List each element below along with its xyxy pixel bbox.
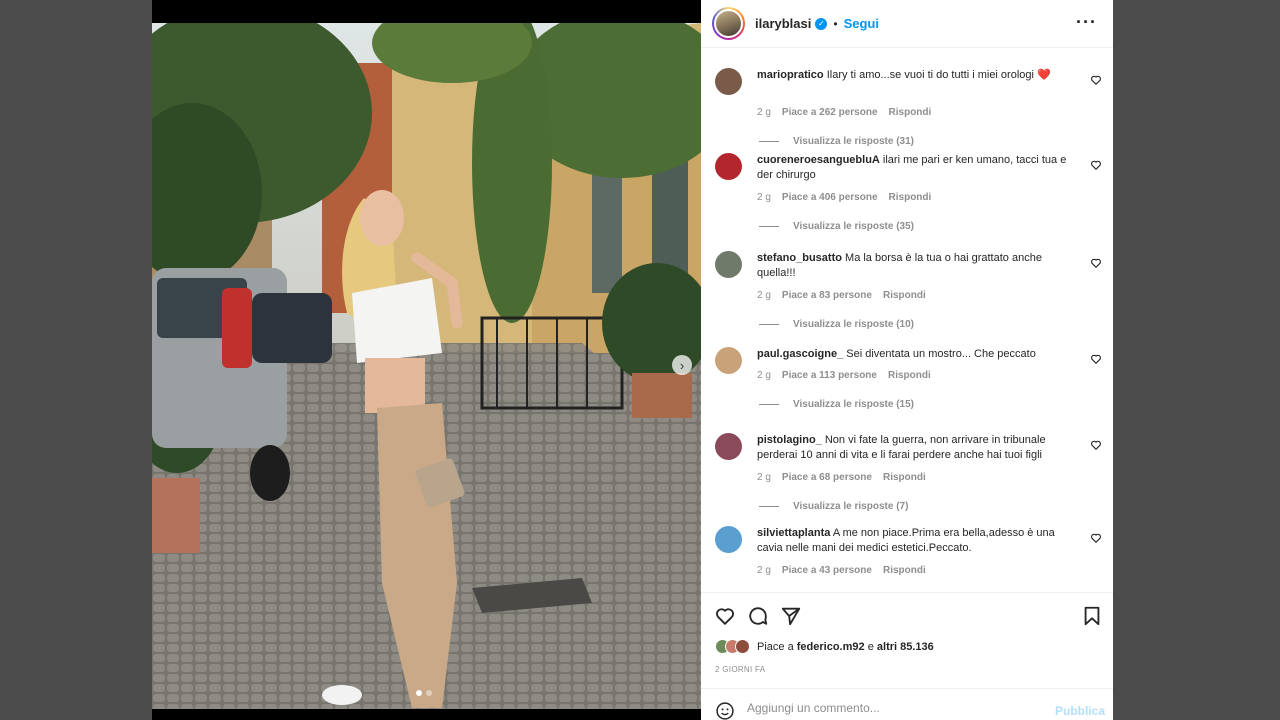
comment-like-icon[interactable] <box>1090 159 1102 171</box>
comment-age: 2 g <box>757 565 771 576</box>
follow-button[interactable]: Segui <box>844 16 879 31</box>
comment-text-block: stefano_busatto Ma la borsa è la tua o h… <box>757 251 1079 281</box>
commenter-avatar[interactable] <box>715 251 742 278</box>
comment-age: 2 g <box>757 192 771 203</box>
comment-meta: 2 g Piace a 406 persone Rispondi <box>757 192 931 203</box>
view-replies-label[interactable]: Visualizza le risposte (15) <box>793 399 914 410</box>
likes-prefix: Piace a <box>757 640 794 653</box>
comment-text-block: cuoreneroesanguebluA ilari me pari er ke… <box>757 153 1079 183</box>
comments-list[interactable]: mariopratico Ilary ti amo...se vuoi ti d… <box>701 48 1113 592</box>
chevron-right-icon: › <box>679 357 685 373</box>
post-side-panel: ilaryblasi ✓ • Segui ··· mariopratico Il… <box>701 0 1113 720</box>
commenter-username[interactable]: pistolagino_ <box>757 434 822 446</box>
comment-like-icon[interactable] <box>1090 257 1102 269</box>
verified-badge-icon: ✓ <box>815 17 828 30</box>
post-media: › <box>152 0 701 720</box>
comment-meta: 2 g Piace a 43 persone Rispondi <box>757 565 926 576</box>
likes-user[interactable]: federico.m92 <box>797 641 865 653</box>
replies-line <box>759 141 779 142</box>
post-photo[interactable] <box>152 23 701 709</box>
likes-connector: e <box>867 640 874 653</box>
view-replies-button[interactable]: Visualizza le risposte (35) <box>759 221 914 232</box>
add-comment-bar: Pubblica <box>701 688 1113 720</box>
reply-button[interactable]: Rispondi <box>883 290 926 301</box>
publish-button[interactable]: Pubblica <box>1055 704 1105 718</box>
replies-line <box>759 404 779 405</box>
commenter-username[interactable]: cuoreneroesanguebluA <box>757 154 880 166</box>
heart-outline-icon[interactable] <box>714 605 736 627</box>
comment-age: 2 g <box>757 107 771 118</box>
commenter-avatar[interactable] <box>715 153 742 180</box>
carousel-dot <box>416 690 422 696</box>
commenter-username[interactable]: mariopratico <box>757 69 824 81</box>
carousel-next-button[interactable]: › <box>672 355 692 375</box>
view-replies-label[interactable]: Visualizza le risposte (10) <box>793 319 914 330</box>
comment-meta: 2 g Piace a 68 persone Rispondi <box>757 472 926 483</box>
comment-input[interactable] <box>747 701 1037 715</box>
comment-likes[interactable]: Piace a 262 persone <box>782 107 878 118</box>
comment-like-icon[interactable] <box>1090 439 1102 451</box>
comment-like-icon[interactable] <box>1090 353 1102 365</box>
author-avatar[interactable] <box>712 7 745 40</box>
replies-line <box>759 506 779 507</box>
reply-button[interactable]: Rispondi <box>889 192 932 203</box>
reply-button[interactable]: Rispondi <box>883 472 926 483</box>
commenter-username[interactable]: silviettaplanta <box>757 527 830 539</box>
comment-likes[interactable]: Piace a 68 persone <box>782 472 872 483</box>
view-replies-label[interactable]: Visualizza le risposte (35) <box>793 221 914 232</box>
commenter-username[interactable]: stefano_busatto <box>757 252 842 264</box>
replies-line <box>759 226 779 227</box>
reply-button[interactable]: Rispondi <box>883 565 926 576</box>
comment-meta: 2 g Piace a 83 persone Rispondi <box>757 290 926 301</box>
likes-text: Piace a federico.m92 e altri 85.136 <box>757 641 934 653</box>
comment-like-icon[interactable] <box>1090 74 1102 86</box>
view-replies-label[interactable]: Visualizza le risposte (7) <box>793 501 908 512</box>
speech-bubble-icon[interactable] <box>747 605 769 627</box>
carousel-indicator <box>416 690 432 696</box>
post-actions: Piace a federico.m92 e altri 85.136 2 GI… <box>701 592 1113 688</box>
likes-summary[interactable]: Piace a federico.m92 e altri 85.136 <box>715 639 934 654</box>
reply-button[interactable]: Rispondi <box>889 107 932 118</box>
comment-text-block: silviettaplanta A me non piace.Prima era… <box>757 526 1079 556</box>
comment-likes[interactable]: Piace a 43 persone <box>782 565 872 576</box>
comment-like-icon[interactable] <box>1090 532 1102 544</box>
view-replies-button[interactable]: Visualizza le risposte (7) <box>759 501 908 512</box>
liker-avatar <box>735 639 750 654</box>
paper-plane-icon[interactable] <box>780 605 802 627</box>
emoji-icon[interactable] <box>715 701 735 720</box>
commenter-avatar[interactable] <box>715 526 742 553</box>
commenter-avatar[interactable] <box>715 347 742 374</box>
comment-likes[interactable]: Piace a 83 persone <box>782 290 872 301</box>
view-replies-label[interactable]: Visualizza le risposte (31) <box>793 136 914 147</box>
carousel-dot <box>426 690 432 696</box>
commenter-username[interactable]: paul.gascoigne_ <box>757 348 843 360</box>
post-header: ilaryblasi ✓ • Segui ··· <box>701 0 1113 48</box>
post-date: 2 GIORNI FA <box>715 665 766 674</box>
view-replies-button[interactable]: Visualizza le risposte (15) <box>759 399 914 410</box>
comment-meta: 2 g Piace a 113 persone Rispondi <box>757 370 931 381</box>
view-replies-button[interactable]: Visualizza le risposte (31) <box>759 136 914 147</box>
comment-age: 2 g <box>757 370 771 381</box>
street-scene-image <box>152 23 701 709</box>
comment-text: Sei diventata un mostro... Che peccato <box>846 348 1036 360</box>
comment-age: 2 g <box>757 472 771 483</box>
comment-likes[interactable]: Piace a 113 persone <box>782 370 877 381</box>
replies-line <box>759 324 779 325</box>
comment-text-block: paul.gascoigne_ Sei diventata un mostro.… <box>757 347 1079 362</box>
commenter-avatar[interactable] <box>715 433 742 460</box>
comment-meta: 2 g Piace a 262 persone Rispondi <box>757 107 931 118</box>
bookmark-icon[interactable] <box>1081 605 1103 627</box>
view-replies-button[interactable]: Visualizza le risposte (10) <box>759 319 914 330</box>
comment-age: 2 g <box>757 290 771 301</box>
comment-likes[interactable]: Piace a 406 persone <box>782 192 878 203</box>
header-separator: • <box>833 16 838 31</box>
author-username[interactable]: ilaryblasi <box>755 16 811 31</box>
comment-text-block: pistolagino_ Non vi fate la guerra, non … <box>757 433 1079 463</box>
comment-text: Ilary ti amo...se vuoi ti do tutti i mie… <box>826 69 1051 81</box>
more-options-icon[interactable]: ··· <box>1076 12 1097 33</box>
reply-button[interactable]: Rispondi <box>888 370 931 381</box>
commenter-avatar[interactable] <box>715 68 742 95</box>
comment-text-block: mariopratico Ilary ti amo...se vuoi ti d… <box>757 68 1079 83</box>
likes-others[interactable]: altri 85.136 <box>877 641 934 653</box>
